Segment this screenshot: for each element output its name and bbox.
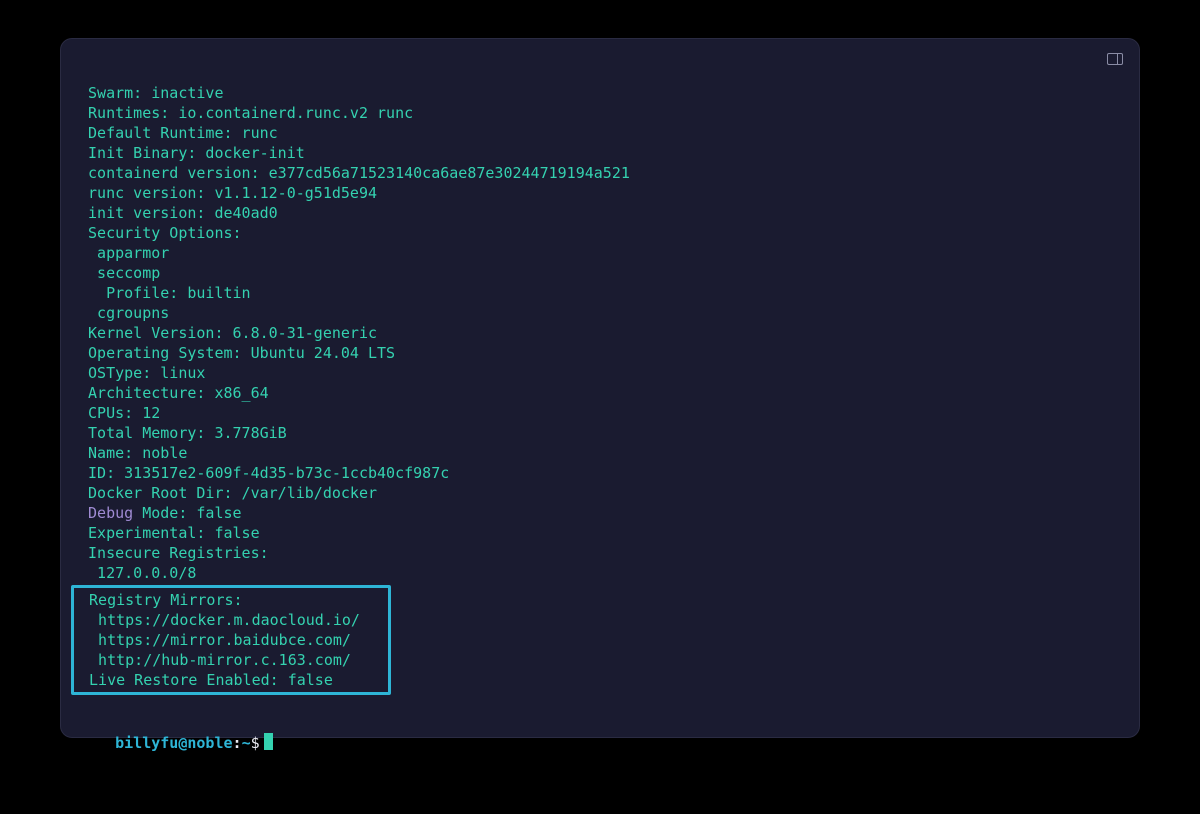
output-line: 127.0.0.0/8 [79,563,1121,583]
output-line: OSType: linux [79,363,1121,383]
output-line: Operating System: Ubuntu 24.04 LTS [79,343,1121,363]
output-line: cgroupns [79,303,1121,323]
output-line: https://mirror.baidubce.com/ [80,630,382,650]
output-line: CPUs: 12 [79,403,1121,423]
prompt-separator: : [233,734,242,752]
output-line: Default Runtime: runc [79,123,1121,143]
prompt-path: ~ [242,734,251,752]
output-line: https://docker.m.daocloud.io/ [80,610,382,630]
output-line: Docker Root Dir: /var/lib/docker [79,483,1121,503]
output-line: Registry Mirrors: [80,590,382,610]
window-panel-icon [1107,53,1123,65]
output-line: init version: de40ad0 [79,203,1121,223]
terminal-window[interactable]: Swarm: inactive Runtimes: io.containerd.… [60,38,1140,738]
output-line: runc version: v1.1.12-0-g51d5e94 [79,183,1121,203]
output-line: Runtimes: io.containerd.runc.v2 runc [79,103,1121,123]
output-line: Profile: builtin [79,283,1121,303]
shell-prompt[interactable]: billyfu@noble:~$ [79,713,1121,773]
prompt-symbol: $ [251,734,260,752]
output-line: Architecture: x86_64 [79,383,1121,403]
output-line: Total Memory: 3.778GiB [79,423,1121,443]
output-line: Swarm: inactive [79,83,1121,103]
output-text: Mode: false [133,504,241,522]
prompt-user-host: billyfu@noble [115,734,232,752]
debug-keyword: Debug [79,504,133,522]
output-line: seccomp [79,263,1121,283]
output-line: Live Restore Enabled: false [80,670,382,690]
highlighted-registry-mirrors: Registry Mirrors: https://docker.m.daocl… [71,585,391,695]
output-text: Profile: builtin [97,284,251,302]
output-line: Security Options: [79,223,1121,243]
output-line: Debug Mode: false [79,503,1121,523]
output-line: containerd version: e377cd56a71523140ca6… [79,163,1121,183]
output-line: Init Binary: docker-init [79,143,1121,163]
output-line: Experimental: false [79,523,1121,543]
output-line: Name: noble [79,443,1121,463]
output-line: http://hub-mirror.c.163.com/ [80,650,382,670]
output-line: apparmor [79,243,1121,263]
output-line: Insecure Registries: [79,543,1121,563]
output-line: Kernel Version: 6.8.0-31-generic [79,323,1121,343]
output-line: ID: 313517e2-609f-4d35-b73c-1ccb40cf987c [79,463,1121,483]
cursor-icon [264,733,273,750]
